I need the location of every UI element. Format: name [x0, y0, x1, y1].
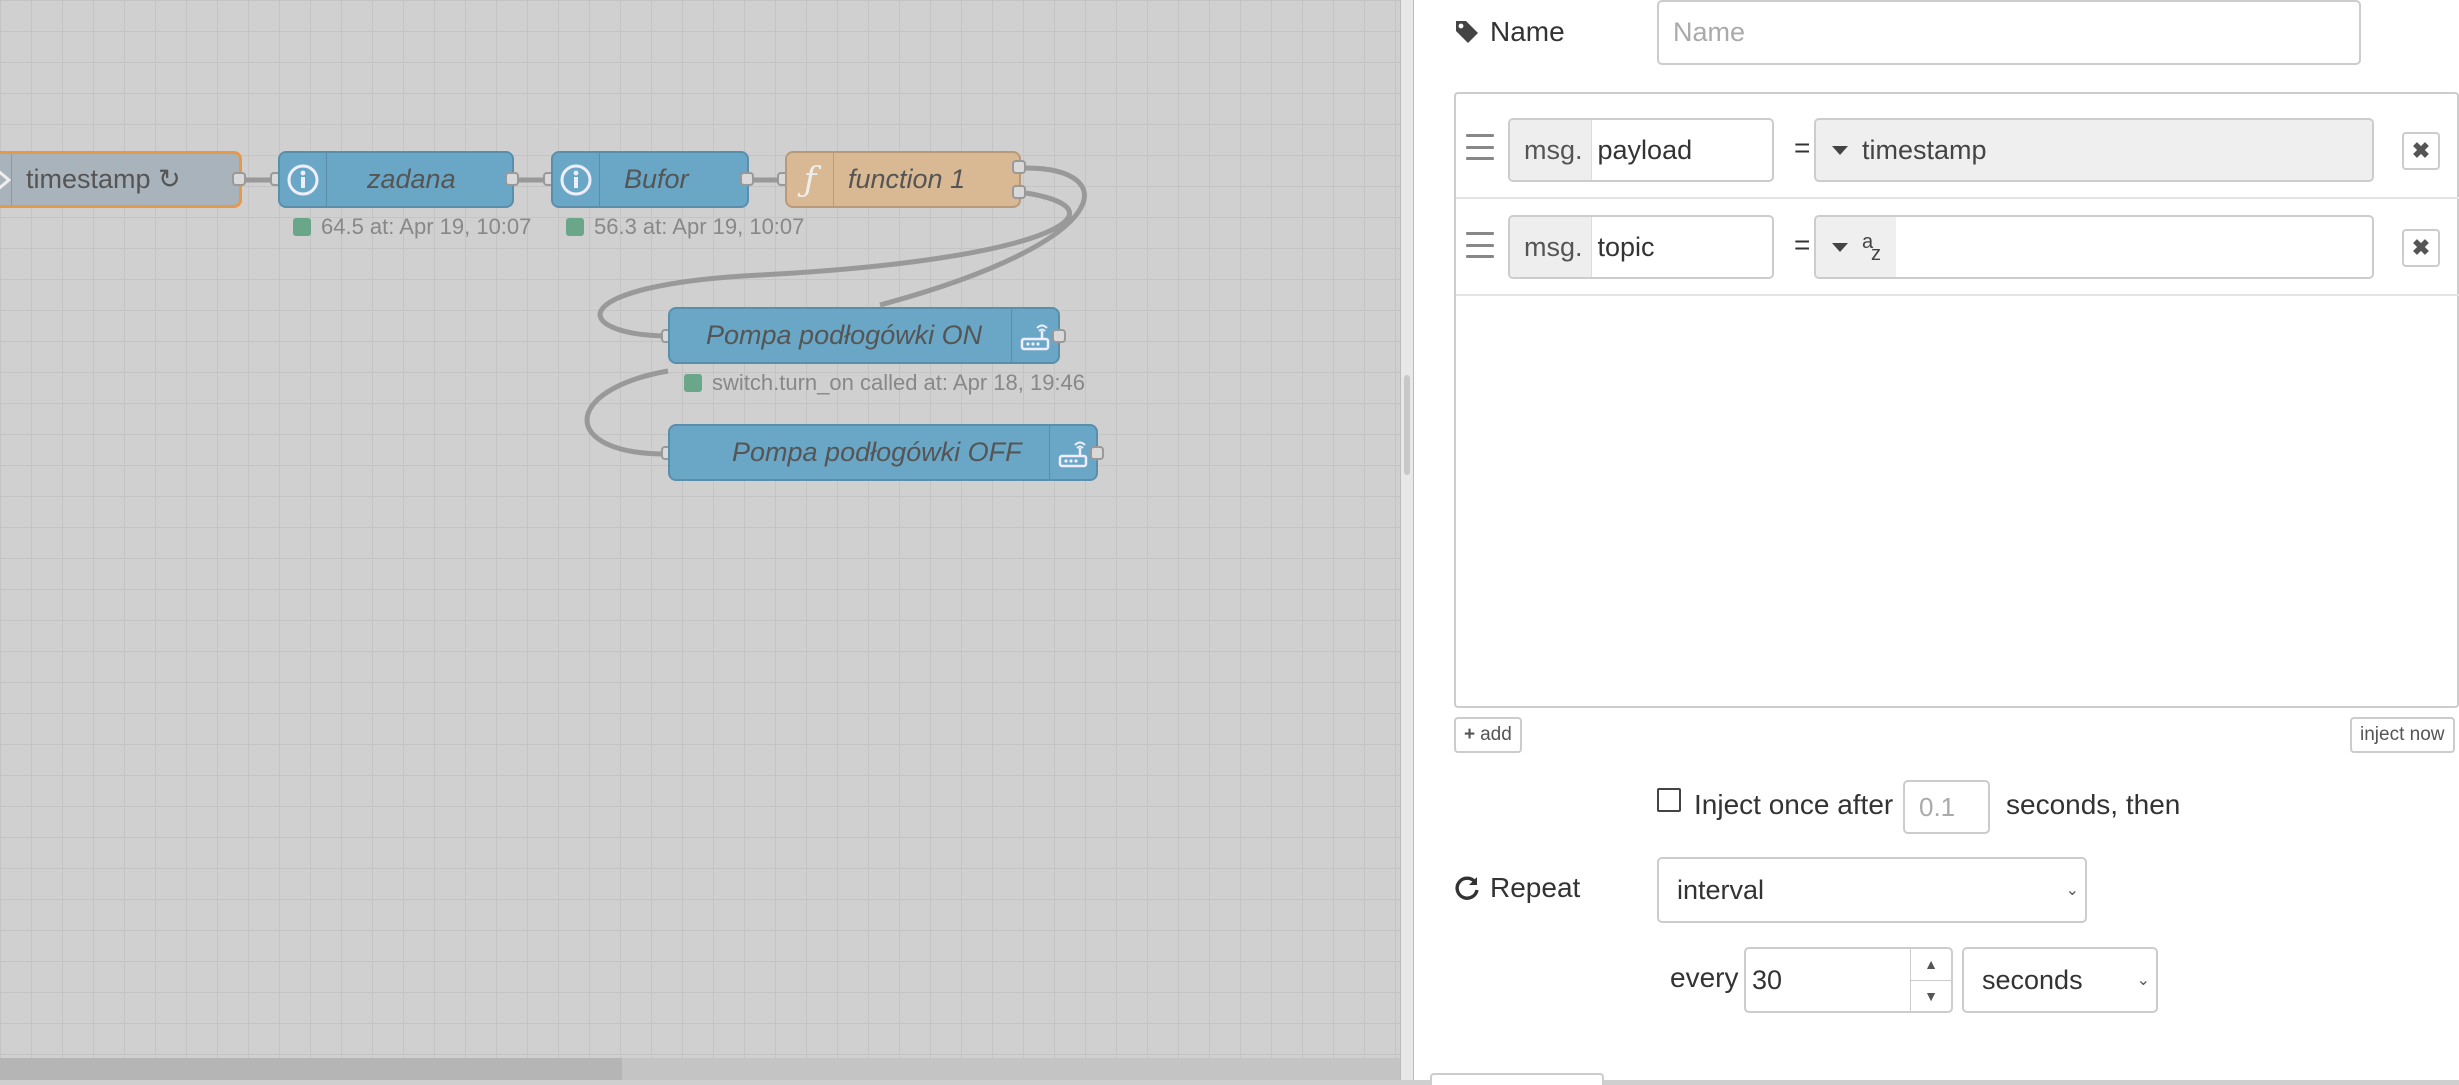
node-zadana-label: zadana: [367, 164, 456, 194]
property-value-input[interactable]: timestamp: [1814, 118, 2374, 182]
every-label: every: [1670, 962, 1739, 993]
caret-down-icon: [1832, 242, 1848, 252]
status-dot-icon: [684, 374, 702, 392]
property-row: msg. topic = az ✖: [1456, 199, 2459, 296]
node-function-output-port-2[interactable]: [1012, 185, 1026, 199]
repeat-label-text: Repeat: [1490, 872, 1581, 903]
scrollbar-thumb[interactable]: [0, 1058, 622, 1080]
increment-icon[interactable]: ▲: [1911, 949, 1951, 980]
node-pompa-on[interactable]: Pompa podłogówki ON: [668, 307, 1060, 364]
name-label: Name: [1454, 14, 1565, 50]
router-icon: [1011, 309, 1058, 362]
editor-footer-tab[interactable]: [1430, 1073, 1604, 1085]
node-pompa-off[interactable]: Pompa podłogówki OFF: [668, 424, 1098, 481]
name-input[interactable]: [1657, 0, 2361, 65]
chevron-down-icon: ⌄: [2136, 972, 2150, 989]
node-bufor[interactable]: Bufor: [551, 151, 749, 208]
property-row: msg. payload = timestamp ✖: [1456, 94, 2459, 199]
repeat-label: Repeat: [1454, 870, 1580, 906]
remove-property-button[interactable]: ✖: [2402, 132, 2440, 170]
repeat-select-value: interval: [1677, 874, 1765, 905]
node-zadana-status-text: 64.5 at: Apr 19, 10:07: [321, 214, 532, 239]
interval-spinner[interactable]: 30 ▲ ▼: [1744, 947, 1953, 1013]
name-label-text: Name: [1490, 16, 1565, 47]
node-bufor-output-port[interactable]: [740, 172, 754, 186]
decrement-icon[interactable]: ▼: [1911, 979, 1951, 1012]
spinner-arrows: ▲ ▼: [1910, 949, 1951, 1011]
inject-once-label: Inject once after: [1694, 789, 1894, 820]
inject-arrow-icon: [0, 154, 12, 205]
node-bufor-label: Bufor: [624, 164, 689, 194]
node-pompa-on-label: Pompa podłogówki ON: [706, 320, 983, 350]
node-zadana-status: 64.5 at: Apr 19, 10:07: [293, 214, 531, 240]
node-edit-panel: Name msg. payload = timestamp ✖ msg.: [1414, 0, 2459, 1080]
info-icon: [553, 153, 600, 206]
plus-icon: +: [1464, 724, 1476, 745]
node-zadana[interactable]: zadana: [278, 151, 514, 208]
node-pompa-on-output-port[interactable]: [1052, 329, 1066, 343]
repeat-select[interactable]: interval ⌄: [1657, 857, 2087, 923]
node-pompa-on-status-text: switch.turn_on called at: Apr 18, 19:46: [712, 370, 1086, 395]
property-value-input[interactable]: az: [1814, 215, 2374, 279]
remove-property-button[interactable]: ✖: [2402, 229, 2440, 267]
interval-value: 30: [1752, 964, 1783, 995]
node-bufor-status: 56.3 at: Apr 19, 10:07: [566, 214, 804, 240]
msg-prefix: msg.: [1510, 120, 1592, 180]
refresh-icon: [1455, 876, 1479, 900]
function-icon: ƒ: [787, 153, 834, 206]
add-property-button[interactable]: + add: [1454, 717, 1522, 753]
flow-workspace[interactable]: timestamp ↻ zadana 64.5 at: Apr 19, 10:0…: [0, 0, 1400, 1080]
caret-down-icon: [1832, 145, 1848, 155]
add-button-label: add: [1480, 724, 1512, 745]
equals-sign: =: [1794, 132, 1811, 163]
node-timestamp[interactable]: timestamp ↻: [0, 151, 242, 208]
property-name-value: payload: [1597, 134, 1693, 165]
drag-handle-icon[interactable]: [1466, 232, 1494, 258]
inject-now-button[interactable]: inject now: [2350, 717, 2455, 753]
msg-prefix: msg.: [1510, 217, 1592, 277]
panel-splitter[interactable]: [1400, 0, 1414, 1080]
node-timestamp-output-port[interactable]: [232, 172, 246, 186]
value-type-button[interactable]: timestamp: [1816, 120, 1999, 180]
splitter-grip[interactable]: [1404, 375, 1410, 475]
value-type-label: timestamp: [1862, 134, 1987, 165]
interval-unit-value: seconds: [1982, 964, 2083, 995]
node-function-1[interactable]: ƒ function 1: [785, 151, 1021, 208]
chevron-down-icon: ⌄: [2065, 882, 2079, 899]
inject-once-checkbox[interactable]: [1657, 788, 1681, 812]
inject-now-label: inject now: [2360, 724, 2445, 745]
wire-pompa-on-off: [584, 368, 669, 457]
node-function-1-label: function 1: [848, 164, 966, 194]
property-list: msg. payload = timestamp ✖ msg. topic =: [1454, 92, 2459, 708]
string-type-icon: az: [1862, 231, 1881, 265]
equals-sign: =: [1794, 229, 1811, 260]
workspace-horizontal-scrollbar[interactable]: [0, 1058, 1400, 1080]
status-dot-icon: [566, 218, 584, 236]
info-icon: [280, 153, 327, 206]
node-bufor-status-text: 56.3 at: Apr 19, 10:07: [594, 214, 805, 239]
tag-icon: [1456, 21, 1478, 43]
status-dot-icon: [293, 218, 311, 236]
property-name-input[interactable]: msg. payload: [1508, 118, 1774, 182]
property-name-value: topic: [1597, 231, 1655, 262]
node-timestamp-label: timestamp ↻: [26, 164, 181, 194]
inject-once-delay-input[interactable]: [1903, 780, 1990, 834]
node-pompa-off-output-port[interactable]: [1090, 446, 1104, 460]
node-pompa-off-label: Pompa podłogówki OFF: [732, 437, 1022, 467]
node-function-output-port-1[interactable]: [1012, 160, 1026, 174]
inject-once-suffix: seconds, then: [2006, 789, 2181, 820]
drag-handle-icon[interactable]: [1466, 134, 1494, 160]
node-pompa-on-status: switch.turn_on called at: Apr 18, 19:46: [684, 370, 1085, 396]
interval-unit-select[interactable]: seconds ⌄: [1962, 947, 2158, 1013]
value-type-button[interactable]: az: [1816, 217, 1896, 277]
node-zadana-output-port[interactable]: [505, 172, 519, 186]
router-icon: [1049, 426, 1096, 479]
property-name-input[interactable]: msg. topic: [1508, 215, 1774, 279]
